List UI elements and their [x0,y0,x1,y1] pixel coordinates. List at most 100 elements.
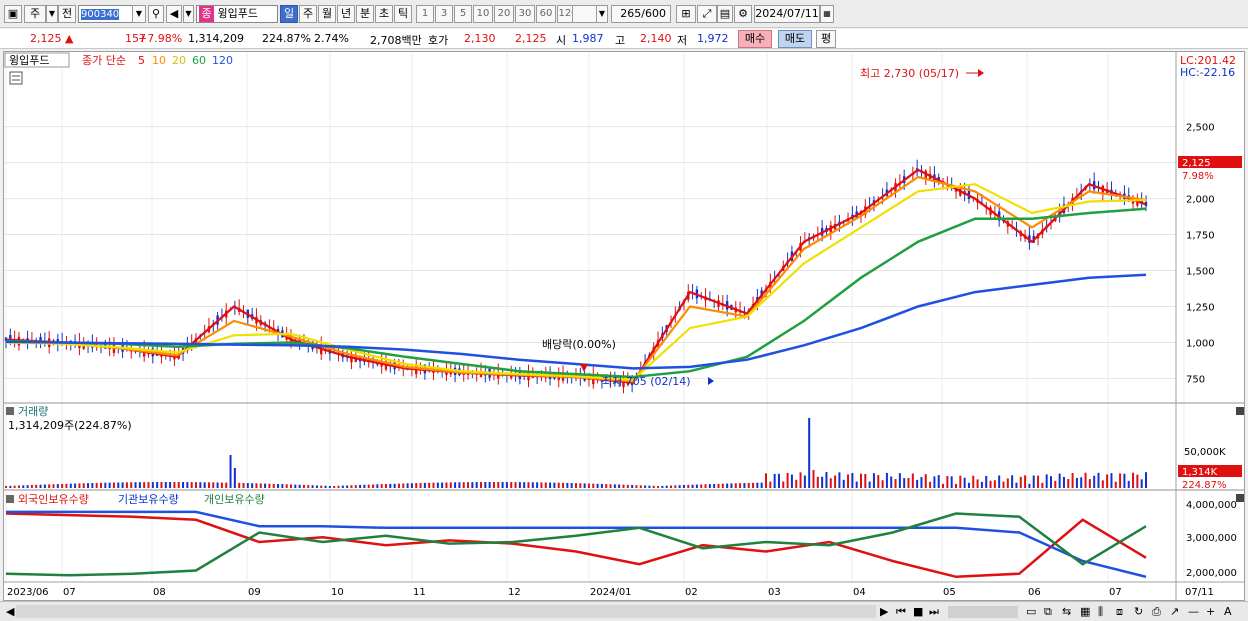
legend-ma120[interactable]: 120 [212,54,233,67]
volume-bar [61,483,64,488]
layout-icon[interactable]: ▭ [1026,605,1036,618]
period-tab[interactable]: 년 [337,5,355,23]
legend-ma60[interactable]: 60 [192,54,206,67]
volume-bar [1075,477,1078,488]
volume-bar [691,484,694,488]
interval-dropdown-icon[interactable]: ▼ [596,5,608,23]
speaker-dropdown-icon[interactable]: ▼ [183,5,194,23]
volume-bar [225,482,228,488]
prev-button[interactable]: 전 [58,5,76,23]
x-tick-label: 12 [508,587,521,598]
zoom-track[interactable] [948,606,1018,618]
volume-bar [842,479,845,488]
volume-bar [35,484,38,488]
volume-bar [980,481,983,488]
holdings-panel-close-icon[interactable] [1236,494,1244,502]
legend-ma10[interactable]: 10 [152,54,166,67]
interval-tab[interactable]: 30 [515,5,535,23]
chart-area[interactable]: 7501,0001,2501,5001,7502,0002,2502,500 2… [3,51,1245,601]
last-page-icon[interactable]: ⏭ [929,605,939,619]
scroll-right-icon[interactable]: ▶ [880,605,888,618]
volume-bar [1058,473,1061,488]
print-icon[interactable]: ⎙ [1152,605,1161,619]
volume-panel-close-icon[interactable] [1236,407,1244,415]
volume-bar [233,468,236,488]
volume-bar [1127,480,1130,488]
save-icon[interactable]: ▤ [717,5,733,23]
period-tab[interactable]: 초 [375,5,393,23]
volume-bar [838,472,841,488]
grid-icon[interactable]: ▦ [1080,605,1090,618]
eval-button[interactable]: 평 [816,30,836,48]
stock-name-box[interactable]: 종 윙입푸드 [196,5,278,23]
volume-bar [670,485,672,488]
y-tick-label: 1,250 [1186,302,1215,313]
volume-bar [17,485,20,488]
period-tab[interactable]: 월 [318,5,336,23]
volume-bar [1019,476,1022,488]
buy-button[interactable]: 매수 [738,30,772,48]
split-icon[interactable]: ⫼ [1098,605,1103,619]
date-input[interactable]: 2024/07/11 [754,5,820,23]
low-annotation: 최저 705 (02/14) [602,375,691,388]
count-display[interactable]: 265/600 [611,5,671,23]
period-tab[interactable]: 일 [280,5,298,23]
interval-tab[interactable]: 1 [416,5,434,23]
volume-bar [1028,483,1031,488]
volume-bar [1080,477,1083,488]
volume-bar [950,476,953,488]
volume-bar [190,482,193,488]
volume-bar [747,482,750,488]
volume-bar [333,485,336,488]
volume-bar [471,482,474,488]
volume-bar [147,482,150,488]
scroll-track[interactable] [16,605,876,618]
speaker-icon[interactable]: ◀ [166,5,182,23]
market-dropdown-icon[interactable]: ▼ [46,5,58,23]
copy-icon[interactable]: ⧉ [1044,605,1052,619]
period-tab[interactable]: 주 [299,5,317,23]
volume-bar [1145,472,1147,488]
legend-ma20[interactable]: 20 [172,54,186,67]
zoom-in-icon[interactable]: + [1206,605,1215,618]
font-size-icon[interactable]: A [1224,605,1232,618]
x-tick-label: 02 [685,587,698,598]
search-icon[interactable]: ⚲ [148,5,164,23]
window-icon[interactable]: ▣ [4,5,22,23]
dividend-marker [580,364,588,372]
stop-icon[interactable]: ■ [913,605,923,618]
gear-icon[interactable]: ⚙ [734,5,752,23]
volume-bar [1041,482,1044,488]
compare-icon[interactable]: ⇆ [1062,605,1071,618]
interval-tab[interactable]: 60 [536,5,556,23]
scroll-bar[interactable]: ◀ ▶ ⏮ ■ ⏭ ▭ ⧉ ⇆ ▦ ⫼ ⧈ ↻ ⎙ ↗ — + A [0,601,1248,621]
sell-button[interactable]: 매도 [778,30,812,48]
interval-tab[interactable]: 3 [435,5,453,23]
first-page-icon[interactable]: ⏮ [896,605,906,619]
market-select[interactable]: 주 [24,5,46,23]
period-tab[interactable]: 틱 [394,5,412,23]
code-dropdown-icon[interactable]: ▼ [132,5,146,23]
volume-bar [432,482,435,488]
interval-tab[interactable]: 10 [473,5,493,23]
volume-bar [264,483,267,488]
grid [4,52,1185,582]
overlay-icon[interactable]: ⧈ [1116,605,1123,619]
interval-tab[interactable]: 20 [494,5,514,23]
refresh-icon[interactable]: ↻ [1134,605,1143,618]
volume-bar [1101,480,1104,488]
volume-bar [752,482,755,488]
calendar-icon[interactable]: ▦ [820,5,834,23]
legend-ma5[interactable]: 5 [138,54,145,67]
ruler-icon[interactable]: ↗ [1170,605,1179,618]
volume-bar [933,476,936,488]
scroll-left-icon[interactable]: ◀ [6,605,14,618]
chart-tools-icon[interactable]: ⊞ [676,5,696,23]
period-tab[interactable]: 분 [356,5,374,23]
draw-line-icon[interactable]: ⤢ [697,5,717,23]
volume-bar [160,482,163,488]
volume-bar [95,482,98,488]
calculator-icon[interactable] [9,71,23,85]
interval-tab[interactable]: 5 [454,5,472,23]
zoom-out-icon[interactable]: — [1188,605,1199,618]
